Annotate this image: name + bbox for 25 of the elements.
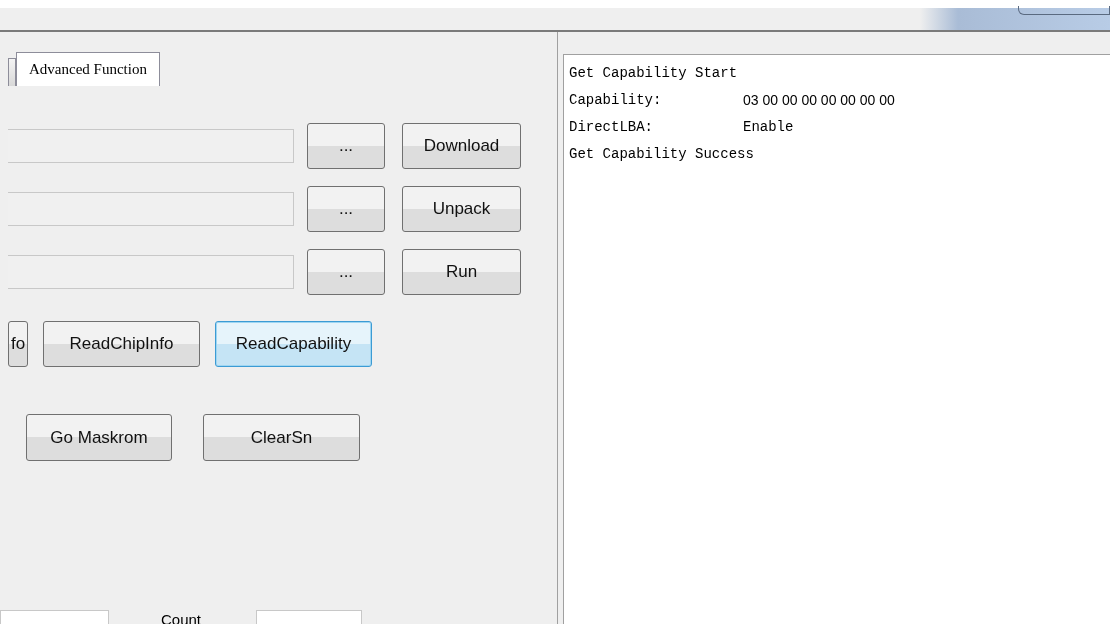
log-value: Enable bbox=[743, 118, 794, 135]
log-label: Capability: bbox=[569, 91, 663, 108]
log-line: Get Capability Success bbox=[569, 145, 754, 162]
device-button[interactable]: ClearSn bbox=[203, 414, 360, 461]
read-button[interactable]: ReadChipInfo bbox=[43, 321, 200, 367]
browse-button[interactable]: ... bbox=[307, 249, 385, 295]
action-button[interactable]: Unpack bbox=[402, 186, 521, 232]
action-button[interactable]: Run bbox=[402, 249, 521, 295]
log-label: DirectLBA: bbox=[569, 118, 654, 135]
path-field[interactable] bbox=[8, 255, 294, 289]
device-button[interactable]: Go Maskrom bbox=[26, 414, 172, 461]
read-button[interactable]: ReadCapability bbox=[215, 321, 372, 367]
count-field[interactable] bbox=[256, 610, 363, 624]
path-field[interactable] bbox=[8, 192, 294, 226]
log-value: 03 00 00 00 00 00 00 00 bbox=[743, 91, 895, 108]
browse-button[interactable]: ... bbox=[307, 186, 385, 232]
action-button[interactable]: Download bbox=[402, 123, 521, 169]
tab[interactable]: Advanced Function bbox=[16, 52, 160, 86]
path-field[interactable] bbox=[8, 129, 294, 163]
input-field[interactable] bbox=[0, 610, 109, 624]
read-button[interactable]: fo bbox=[8, 321, 28, 367]
window-control-button[interactable] bbox=[1018, 6, 1110, 15]
browse-button[interactable]: ... bbox=[307, 123, 385, 169]
tab[interactable] bbox=[8, 58, 16, 86]
log-line: Get Capability Start bbox=[569, 64, 738, 81]
